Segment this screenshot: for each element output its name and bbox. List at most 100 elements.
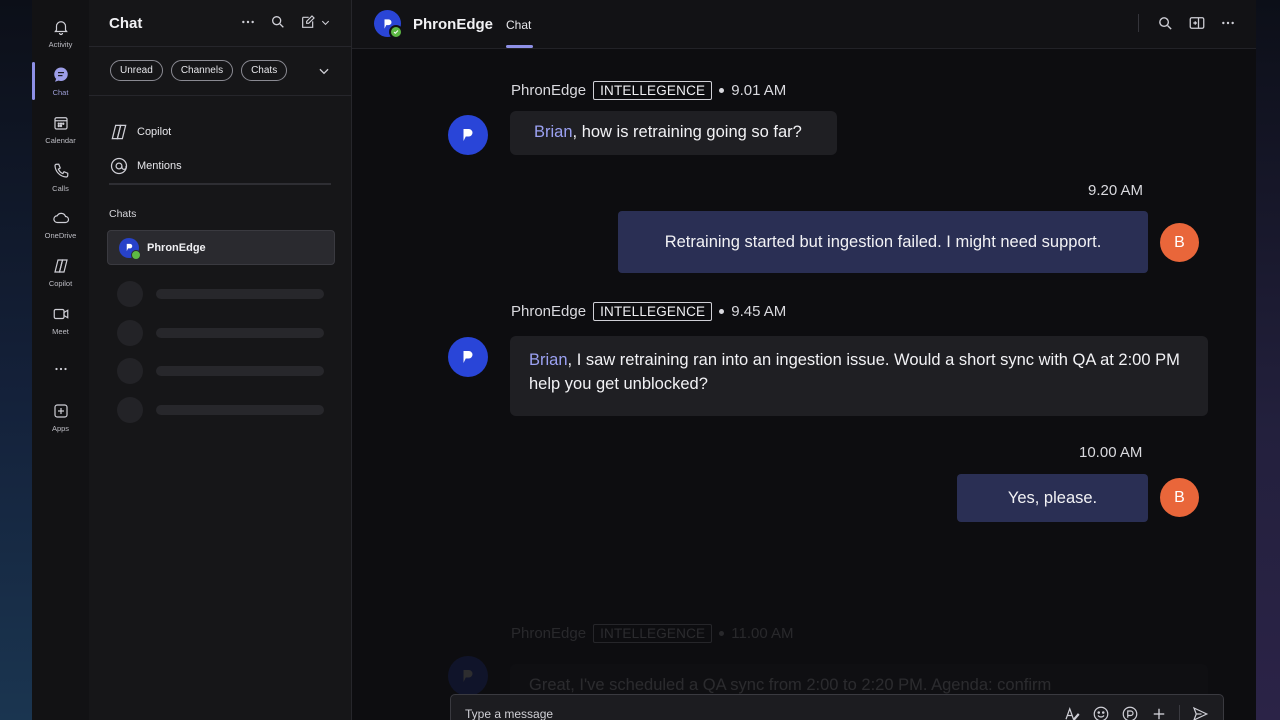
sender-name: PhronEdge — [511, 82, 587, 99]
chat-header-actions — [1138, 14, 1236, 32]
rail-item-activity[interactable]: Activity — [32, 16, 89, 60]
chat-icon — [53, 67, 68, 82]
sender-tag-badge: INTELLEGENCE — [593, 624, 713, 643]
phronedge-logo-icon — [463, 129, 473, 141]
tab-active-indicator — [506, 45, 533, 48]
video-camera-icon — [53, 308, 68, 320]
section-label-chats: Chats — [109, 208, 137, 220]
copilot-icon — [53, 259, 68, 273]
filter-chats[interactable]: Chats — [241, 60, 288, 81]
presence-available-icon — [389, 25, 403, 39]
plus-icon — [1153, 708, 1165, 720]
sender-tag-badge: INTELLEGENCE — [593, 302, 713, 321]
divider — [89, 95, 351, 96]
bot-avatar[interactable] — [448, 115, 488, 155]
message-text: , how is retraining going so far? — [572, 123, 802, 141]
chat-header-name: PhronEdge — [413, 16, 494, 33]
rail-label: Apps — [51, 424, 70, 433]
user-avatar[interactable]: B — [1160, 223, 1199, 262]
message-text: Great, I've scheduled a QA sync from 2:0… — [529, 676, 1052, 694]
rail-more-button[interactable] — [32, 358, 89, 378]
format-button[interactable] — [1063, 705, 1081, 720]
chat-item-name: PhronEdge — [147, 241, 206, 254]
more-options-button[interactable] — [240, 14, 256, 30]
mention-link[interactable]: Brian — [534, 123, 573, 141]
message-text: Yes, please. — [1007, 488, 1098, 507]
teams-window: Activity Chat Calendar Calls OneDrive Co… — [32, 0, 1256, 720]
rail-item-onedrive[interactable]: OneDrive — [32, 207, 89, 251]
app-rail: Activity Chat Calendar Calls OneDrive Co… — [32, 0, 90, 720]
emoji-button[interactable] — [1092, 705, 1110, 720]
sender-tag-badge: INTELLEGENCE — [593, 81, 713, 100]
message-time: 9.01 AM — [731, 82, 787, 99]
send-button[interactable] — [1191, 705, 1209, 720]
search-button[interactable] — [270, 14, 286, 30]
format-text-icon — [1065, 706, 1080, 720]
open-side-panel-button[interactable] — [1188, 14, 1206, 32]
loading-placeholder-row — [117, 358, 327, 384]
chat-item-phronedge[interactable]: PhronEdge — [107, 230, 335, 265]
message-input[interactable]: Type a message — [465, 707, 553, 720]
filter-channels[interactable]: Channels — [170, 60, 234, 81]
chevron-down-icon — [321, 20, 330, 25]
at-sign-icon — [110, 157, 128, 175]
nav-item-copilot[interactable]: Copilot — [109, 120, 331, 144]
phone-icon — [53, 163, 68, 178]
cloud-icon — [52, 212, 69, 224]
sender-name: PhronEdge — [511, 625, 587, 642]
divider — [1179, 705, 1180, 720]
rail-item-copilot[interactable]: Copilot — [32, 255, 89, 299]
message-bubble-incoming[interactable]: Brian, how is retraining going so far? — [510, 111, 837, 155]
divider — [1138, 14, 1139, 32]
chat-header: PhronEdge Chat — [352, 0, 1256, 49]
rail-item-calls[interactable]: Calls — [32, 160, 89, 204]
more-options-button[interactable] — [1220, 15, 1236, 31]
chevron-down-icon — [319, 68, 329, 75]
mention-link[interactable]: Brian — [529, 351, 568, 369]
message-bubble-outgoing[interactable]: Retraining started but ingestion failed.… — [618, 211, 1148, 273]
search-in-chat-button[interactable] — [1157, 15, 1174, 32]
message-bubble-incoming[interactable]: Brian, I saw retraining ran into an inge… — [510, 336, 1208, 416]
avatar — [119, 237, 141, 260]
separator-dot — [719, 309, 725, 314]
nav-item-mentions[interactable]: Mentions — [109, 154, 331, 178]
more-horizontal-icon — [54, 367, 67, 371]
side-panel-icon — [1189, 17, 1205, 29]
tab-chat[interactable]: Chat — [506, 18, 531, 32]
rail-item-calendar[interactable]: Calendar — [32, 112, 89, 156]
chat-list-toolbar — [240, 14, 331, 30]
compose-icon — [302, 15, 315, 28]
chat-main-area: PhronEdge Chat PhronEdge INTELLEGENCE 9.… — [352, 0, 1256, 720]
rail-label: Activity — [48, 40, 73, 49]
bot-avatar[interactable] — [448, 656, 488, 696]
new-chat-button[interactable] — [300, 14, 331, 30]
rail-label: Meet — [52, 327, 69, 336]
rail-item-apps[interactable]: Apps — [32, 400, 89, 444]
rail-item-chat[interactable]: Chat — [32, 64, 89, 108]
separator-dot — [719, 88, 725, 93]
sender-name: PhronEdge — [511, 303, 587, 320]
message-bubble-outgoing[interactable]: Yes, please. — [957, 474, 1148, 522]
loading-placeholder-row — [117, 320, 327, 346]
bot-avatar[interactable] — [448, 337, 488, 377]
search-icon — [1159, 16, 1172, 30]
message-header: PhronEdge INTELLEGENCE 11.00 AM — [511, 624, 794, 643]
presence-available-icon — [131, 249, 141, 260]
attach-button[interactable] — [1150, 705, 1168, 720]
separator-dot — [719, 631, 725, 636]
composer-toolbar — [1063, 705, 1209, 720]
rail-label: OneDrive — [44, 231, 77, 240]
message-time: 9.45 AM — [731, 303, 787, 320]
rail-label: Calls — [52, 184, 69, 193]
rail-label: Chat — [52, 88, 69, 97]
rail-item-meet[interactable]: Meet — [32, 303, 89, 347]
filter-unread[interactable]: Unread — [110, 60, 163, 81]
emoji-icon — [1093, 706, 1109, 720]
filter-expand-button[interactable] — [317, 64, 331, 83]
loop-icon — [1122, 706, 1138, 720]
rail-label: Calendar — [45, 136, 76, 145]
message-text: Retraining started but ingestion failed.… — [664, 232, 1102, 251]
divider — [109, 183, 331, 185]
loop-button[interactable] — [1121, 705, 1139, 720]
user-avatar[interactable]: B — [1160, 478, 1199, 517]
